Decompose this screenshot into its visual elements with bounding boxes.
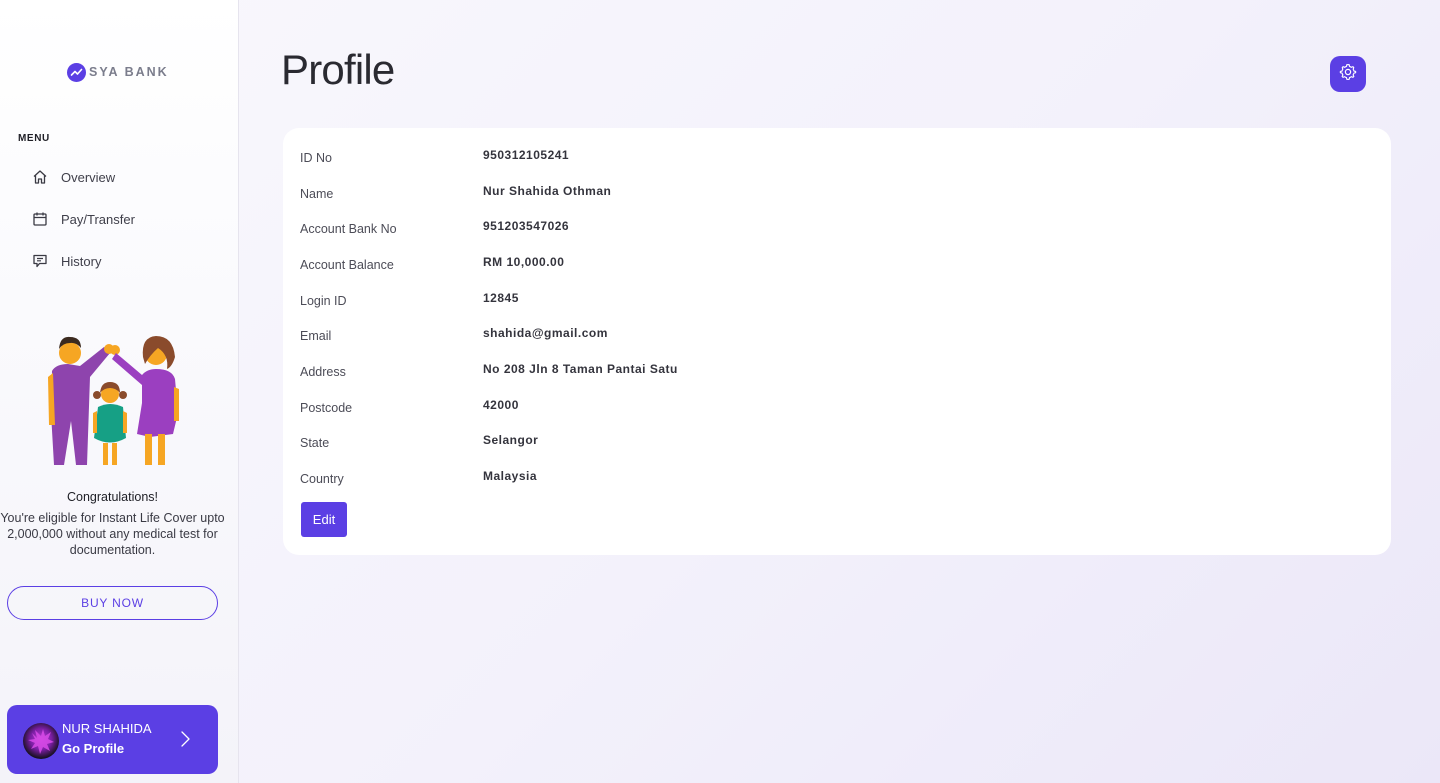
sidebar-item-label: History <box>61 253 102 269</box>
field-value: Nur Shahida Othman <box>483 184 612 198</box>
field-label: Country <box>300 472 344 486</box>
field-row-email: Email shahida@gmail.com <box>300 326 1300 346</box>
field-label: Login ID <box>300 294 347 308</box>
sidebar-item-overview[interactable]: Overview <box>31 166 115 188</box>
sidebar-item-history[interactable]: History <box>31 250 101 272</box>
sidebar-item-label: Overview <box>61 169 116 185</box>
field-value: No 208 Jln 8 Taman Pantai Satu <box>483 362 678 376</box>
field-label: Email <box>300 329 332 343</box>
field-label: Name <box>300 187 334 201</box>
buy-now-button[interactable]: BUY NOW <box>7 586 218 620</box>
field-row-postcode: Postcode 42000 <box>300 398 1300 418</box>
brand-logo[interactable]: SYA BANK <box>67 62 169 82</box>
field-label: Account Balance <box>300 258 394 272</box>
sidebar: SYA BANK MENU Overview Pay/Transfer Hist… <box>0 0 239 783</box>
settings-button[interactable] <box>1330 56 1366 92</box>
field-row-account-bank-no: Account Bank No 951203547026 <box>300 219 1300 239</box>
brand-name: SYA BANK <box>89 65 169 79</box>
chevron-right-icon <box>179 730 191 748</box>
gear-icon <box>1339 63 1357 86</box>
field-value: shahida@gmail.com <box>483 326 608 340</box>
go-profile-label: Go Profile <box>62 741 125 756</box>
field-label: ID No <box>300 151 332 165</box>
field-row-id-no: ID No 950312105241 <box>300 148 1300 168</box>
avatar <box>23 723 59 759</box>
sidebar-item-label: Pay/Transfer <box>61 211 135 227</box>
menu-title: MENU <box>18 133 50 144</box>
go-profile-card[interactable]: NUR SHAHIDA Go Profile <box>7 705 218 774</box>
message-icon <box>31 253 48 270</box>
field-row-account-balance: Account Balance RM 10,000.00 <box>300 255 1300 275</box>
field-label: Postcode <box>300 401 353 415</box>
edit-button[interactable]: Edit <box>301 502 347 537</box>
field-label: Address <box>300 365 346 379</box>
promo-title: Congratulations! <box>66 490 159 504</box>
page-title: Profile <box>281 46 395 93</box>
field-value: 951203547026 <box>483 219 570 233</box>
profile-details-card: ID No 950312105241 Name Nur Shahida Othm… <box>283 128 1391 555</box>
field-value: RM 10,000.00 <box>483 255 565 269</box>
promo-body: You're eligible for Instant Life Cover u… <box>0 511 225 557</box>
home-icon <box>31 169 48 186</box>
field-value: 12845 <box>483 291 519 305</box>
field-row-login-id: Login ID 12845 <box>300 291 1300 311</box>
field-row-country: Country Malaysia <box>300 469 1300 489</box>
field-label: State <box>300 436 330 450</box>
sidebar-item-pay-transfer[interactable]: Pay/Transfer <box>31 208 135 230</box>
field-label: Account Bank No <box>300 222 397 236</box>
family-illustration <box>46 333 182 469</box>
calendar-icon <box>31 211 48 228</box>
field-row-name: Name Nur Shahida Othman <box>300 184 1300 204</box>
trend-icon <box>67 62 86 82</box>
field-value: 950312105241 <box>483 148 570 162</box>
field-value: 42000 <box>483 398 519 412</box>
field-row-address: Address No 208 Jln 8 Taman Pantai Satu <box>300 362 1300 382</box>
user-name: NUR SHAHIDA <box>62 721 152 736</box>
field-value: Selangor <box>483 433 539 447</box>
field-row-state: State Selangor <box>300 433 1300 453</box>
field-value: Malaysia <box>483 469 538 483</box>
